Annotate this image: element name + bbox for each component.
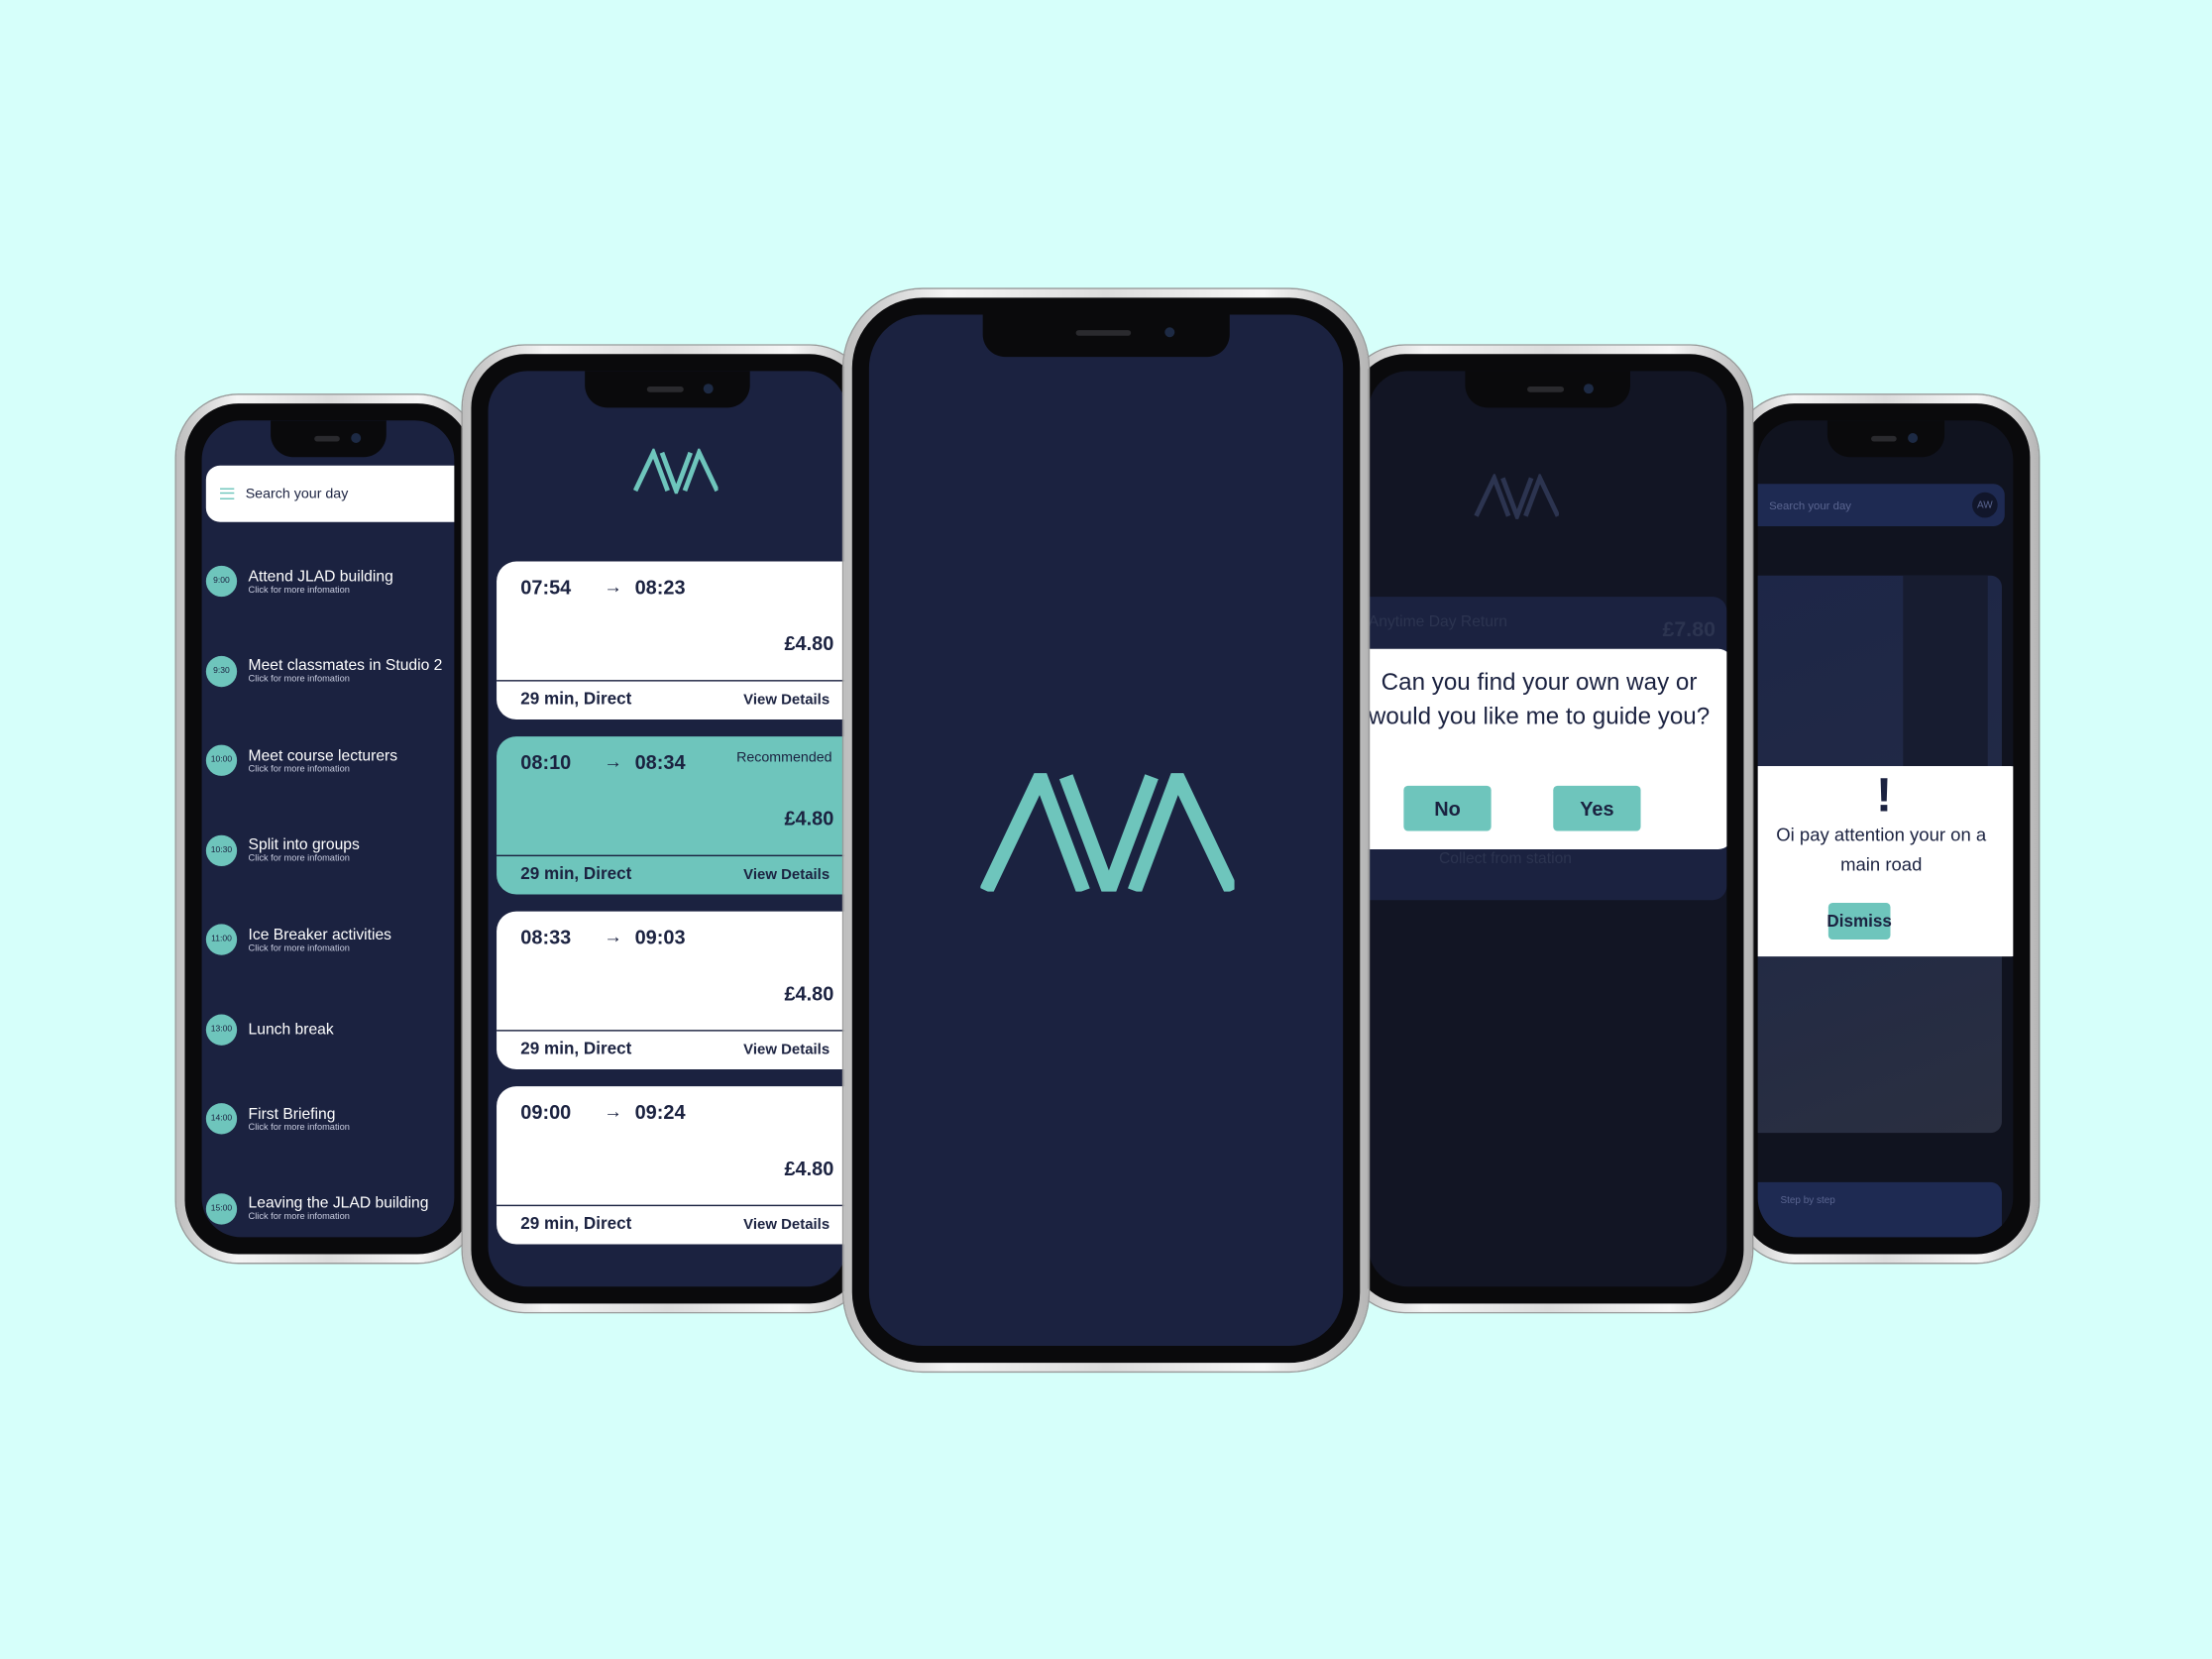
depart-time: 08:33 — [520, 925, 572, 948]
no-button[interactable]: No — [1403, 785, 1492, 831]
alert-dialog: ! Oi pay attention your on a main road D… — [1757, 765, 2014, 957]
arrow-right-icon: → — [604, 575, 622, 598]
phone-guide: Anytime Day Return £7.80 Collect from st… — [1343, 345, 1752, 1312]
phone-trains: 07:54 → 08:23 £4.80 29 min, Direct View … — [462, 345, 872, 1312]
phone-alert: Search your day AW ! Oi pay attention yo… — [1732, 394, 2039, 1264]
event-subtitle: Click for more infomation — [248, 1211, 350, 1222]
duration: 29 min, Direct — [520, 863, 632, 884]
event-subtitle: Click for more infomation — [248, 674, 350, 685]
guide-dialog: Can you find your own way or would you l… — [1368, 648, 1727, 849]
schedule-item[interactable]: 10:00 Meet course lecturers Click for more… — [205, 744, 398, 776]
price: £4.80 — [784, 1157, 834, 1180]
search-input[interactable]: Search your day — [205, 465, 455, 522]
time-badge: 14:00 — [205, 1103, 238, 1135]
dismiss-button[interactable]: Dismiss — [1826, 903, 1892, 940]
journey-card[interactable]: 09:00 → 09:24 £4.80 29 min, Direct View … — [497, 1086, 847, 1245]
event-subtitle: Click for more infomation — [248, 853, 350, 864]
schedule-item[interactable]: 11:00 Ice Breaker activities Click for mor… — [205, 924, 391, 955]
arrow-right-icon: → — [604, 1100, 622, 1122]
ava-logo — [633, 448, 719, 495]
recommended-label: Recommended — [736, 750, 832, 766]
arrive-time: 08:23 — [634, 575, 686, 599]
event-title: Split into groups — [248, 836, 360, 854]
divider — [497, 1030, 847, 1032]
arrive-time: 08:34 — [634, 750, 686, 774]
time-badge: 9:00 — [205, 565, 238, 598]
arrive-time: 09:03 — [634, 925, 686, 948]
menu-icon[interactable] — [220, 488, 235, 499]
time-badge: 10:30 — [205, 834, 238, 866]
schedule-item[interactable]: 14:00 First Briefing Click for more infoma… — [205, 1103, 350, 1135]
divider — [497, 680, 847, 682]
view-details-link[interactable]: View Details — [743, 1216, 830, 1233]
event-subtitle: Click for more infomation — [248, 1122, 350, 1133]
view-details-link[interactable]: View Details — [743, 1042, 830, 1058]
event-subtitle: Click for more infomation — [248, 942, 350, 953]
view-details-link[interactable]: View Details — [743, 692, 830, 709]
journey-card[interactable]: 08:10 → 08:34 Recommended £4.80 29 min, … — [497, 736, 847, 895]
divider — [497, 854, 847, 857]
avatar[interactable]: AW — [1972, 492, 1998, 518]
step-by-step-button[interactable]: Step by step — [1757, 1181, 2002, 1238]
phone-splash — [843, 288, 1369, 1372]
schedule-item[interactable]: 9:30 Meet classmates in Studio 2 Click for… — [205, 655, 443, 687]
journey-card[interactable]: 08:33 → 09:03 £4.80 29 min, Direct View … — [497, 911, 847, 1070]
duration: 29 min, Direct — [520, 1038, 632, 1058]
mockup-stage: Search your day 9:00 Attend JLAD building… — [0, 0, 2212, 1659]
time-badge: 15:00 — [205, 1192, 238, 1224]
schedule-item[interactable]: 15:00 Leaving the JLAD building Click for … — [205, 1192, 429, 1224]
ava-logo — [1474, 474, 1559, 519]
event-title: Meet course lecturers — [248, 746, 398, 764]
view-details-link[interactable]: View Details — [743, 866, 830, 883]
event-title: Attend JLAD building — [248, 567, 393, 586]
price: £4.80 — [784, 981, 834, 1005]
time-badge: 11:00 — [205, 924, 238, 955]
schedule-item[interactable]: 13:00 Lunch break — [205, 1013, 334, 1046]
event-title: Ice Breaker activities — [248, 926, 391, 943]
time-badge: 13:00 — [205, 1013, 238, 1046]
arrive-time: 09:24 — [634, 1100, 686, 1124]
price: £4.80 — [784, 807, 834, 830]
schedule-item[interactable]: 10:30 Split into groups Click for more inf… — [205, 834, 360, 866]
event-title: Meet classmates in Studio 2 — [248, 657, 443, 675]
journey-card[interactable]: 07:54 → 08:23 £4.80 29 min, Direct View … — [497, 561, 847, 719]
event-title: First Briefing — [248, 1105, 336, 1123]
divider — [497, 1204, 847, 1207]
search-input[interactable]: Search your day AW — [1757, 484, 2005, 526]
ava-logo — [980, 773, 1235, 892]
depart-time: 07:54 — [520, 575, 572, 599]
phone-schedule: Search your day 9:00 Attend JLAD building… — [175, 394, 480, 1264]
duration: 29 min, Direct — [520, 1213, 632, 1234]
depart-time: 08:10 — [520, 750, 572, 774]
event-subtitle: Click for more infomation — [248, 585, 350, 596]
event-subtitle: Click for more infomation — [248, 763, 350, 774]
schedule-item[interactable]: 9:00 Attend JLAD building Click for more i… — [205, 565, 393, 598]
time-badge: 9:30 — [205, 655, 238, 687]
exclamation-icon: ! — [1876, 768, 1893, 823]
price: £4.80 — [784, 631, 834, 655]
yes-button[interactable]: Yes — [1553, 785, 1641, 831]
time-badge: 10:00 — [205, 744, 238, 776]
depart-time: 09:00 — [520, 1100, 572, 1124]
arrow-right-icon: → — [604, 750, 622, 772]
arrow-right-icon: → — [604, 925, 622, 947]
event-title: Leaving the JLAD building — [248, 1194, 429, 1212]
duration: 29 min, Direct — [520, 688, 632, 709]
event-title: Lunch break — [248, 1020, 334, 1038]
